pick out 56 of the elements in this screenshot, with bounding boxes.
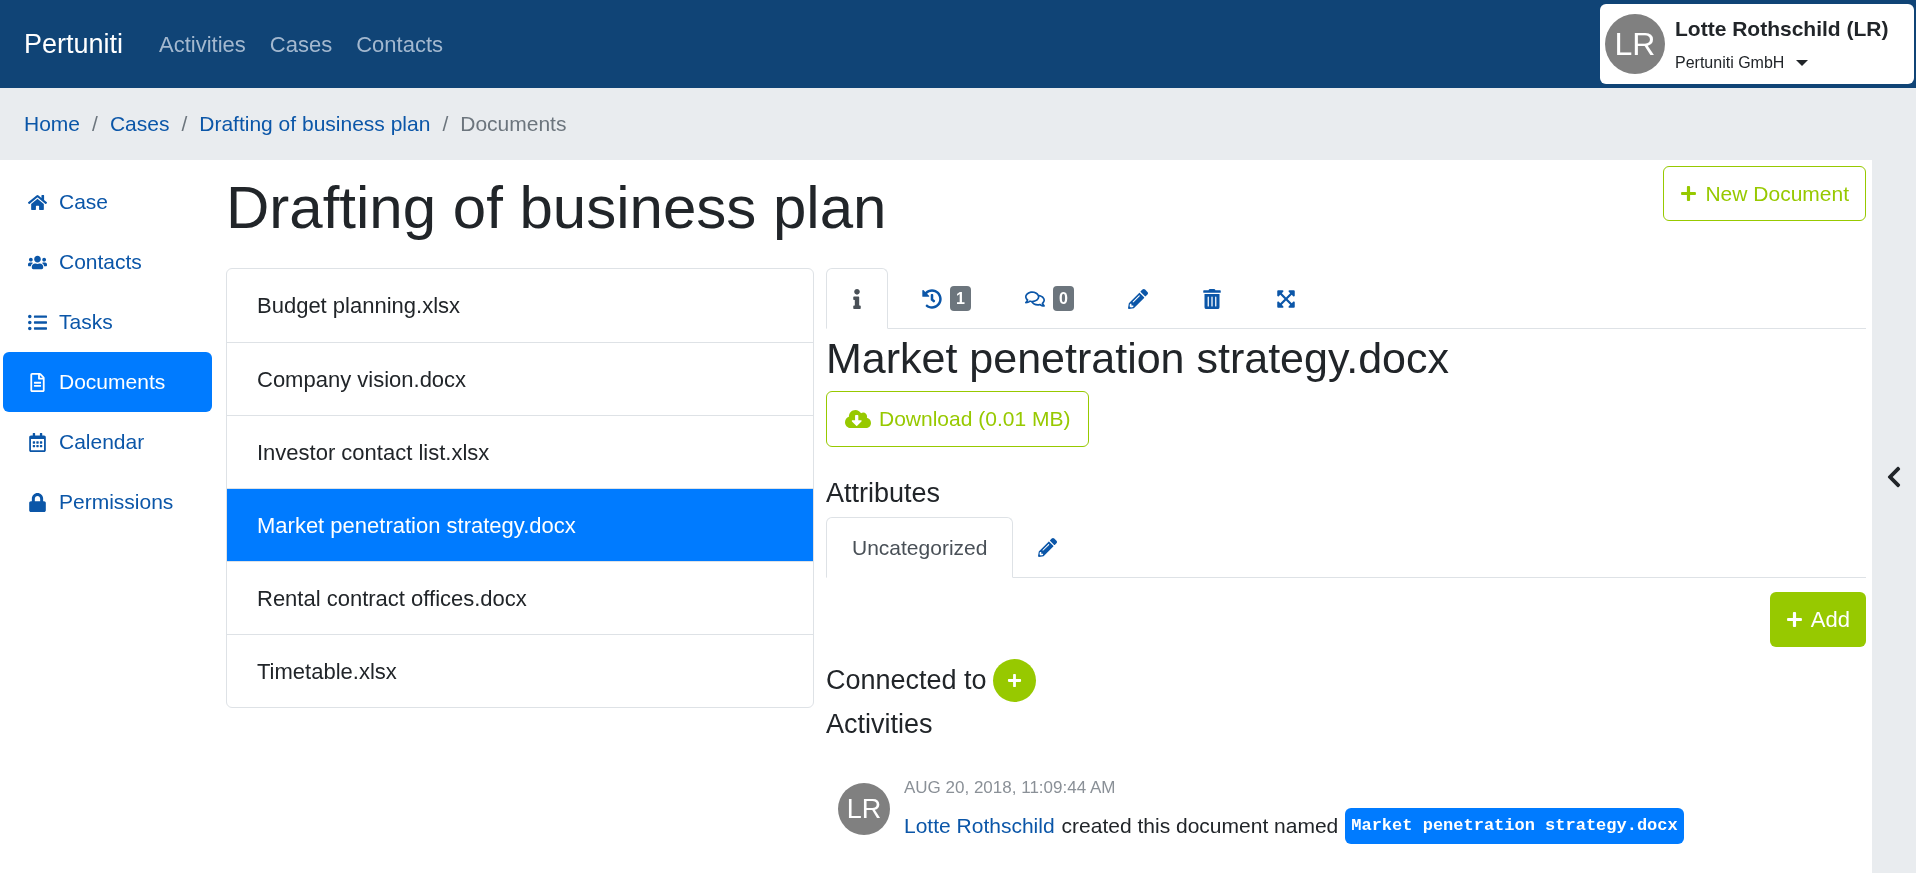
document-title: Market penetration strategy.docx — [826, 333, 1451, 384]
trash-icon — [1201, 288, 1222, 309]
document-item[interactable]: Rental contract offices.docx — [227, 561, 813, 634]
sidebar-item[interactable]: Documents — [3, 352, 212, 412]
activity-time: AUG 20, 2018, 11:09:44 AM — [904, 776, 1117, 799]
sidebar-item[interactable]: Permissions — [3, 472, 212, 532]
pencil-icon — [1038, 537, 1058, 557]
activities-heading: Activities — [826, 708, 934, 742]
breadcrumb-separator: / — [442, 111, 449, 138]
user-avatar: LR — [838, 783, 890, 836]
document-item[interactable]: Market penetration strategy.docx — [227, 488, 813, 561]
nav-link[interactable]: Activities — [159, 27, 246, 61]
document-icon — [28, 372, 47, 392]
breadcrumb-link[interactable]: Home — [24, 108, 81, 140]
sidebar-item[interactable]: Case — [3, 172, 212, 232]
list-icon — [28, 312, 47, 332]
document-name-tag: Market penetration strategy.docx — [1345, 808, 1684, 844]
nav-link[interactable]: Cases — [269, 27, 333, 61]
plus-icon — [1006, 673, 1022, 689]
breadcrumb-link[interactable]: Cases — [109, 108, 170, 140]
expand-icon — [1275, 288, 1296, 309]
count-badge: 0 — [1052, 286, 1074, 311]
user-avatar: LR — [1605, 14, 1665, 74]
document-item[interactable]: Budget planning.xlsx — [227, 269, 813, 342]
connected-to-heading: Connected to — [826, 664, 987, 698]
comments-icon — [1024, 288, 1045, 309]
sidebar-item[interactable]: Calendar — [3, 412, 212, 472]
count-badge: 1 — [950, 286, 971, 311]
user-name: Lotte Rothschild (LR) — [1675, 16, 1889, 43]
sidebar-item[interactable]: Contacts — [3, 232, 212, 292]
breadcrumb-link[interactable]: Drafting of business plan — [199, 108, 431, 140]
breadcrumb-current: Documents — [460, 111, 567, 138]
document-item[interactable]: Company vision.docx — [227, 342, 813, 415]
caret-icon — [1796, 59, 1809, 66]
plus-icon — [1785, 611, 1803, 629]
breadcrumb-separator: / — [181, 111, 188, 138]
activity-text: created this document named — [1061, 813, 1339, 840]
home-icon — [28, 192, 47, 212]
pencil-icon — [1127, 288, 1148, 309]
nav-link[interactable]: Contacts — [356, 27, 444, 61]
document-item[interactable]: Timetable.xlsx — [227, 634, 813, 707]
sidebar-item[interactable]: Tasks — [3, 292, 212, 352]
page-title: Drafting of business plan — [226, 173, 887, 243]
brand-link[interactable]: Pertuniti — [24, 23, 124, 65]
company-name: Pertuniti GmbH — [1675, 52, 1785, 73]
attribute-tab[interactable]: Uncategorized — [826, 517, 1014, 579]
calendar-icon — [28, 432, 47, 452]
lock-icon — [28, 492, 47, 512]
attributes-heading: Attributes — [826, 476, 942, 510]
history-icon — [922, 288, 942, 309]
plus-icon — [1680, 185, 1698, 202]
detail-tab[interactable] — [826, 268, 888, 329]
detail-tab[interactable]: 0 — [1004, 268, 1094, 329]
breadcrumb-separator: / — [92, 111, 98, 138]
detail-tab[interactable]: 1 — [902, 268, 991, 329]
user-link[interactable]: Lotte Rothschild — [904, 810, 1055, 842]
